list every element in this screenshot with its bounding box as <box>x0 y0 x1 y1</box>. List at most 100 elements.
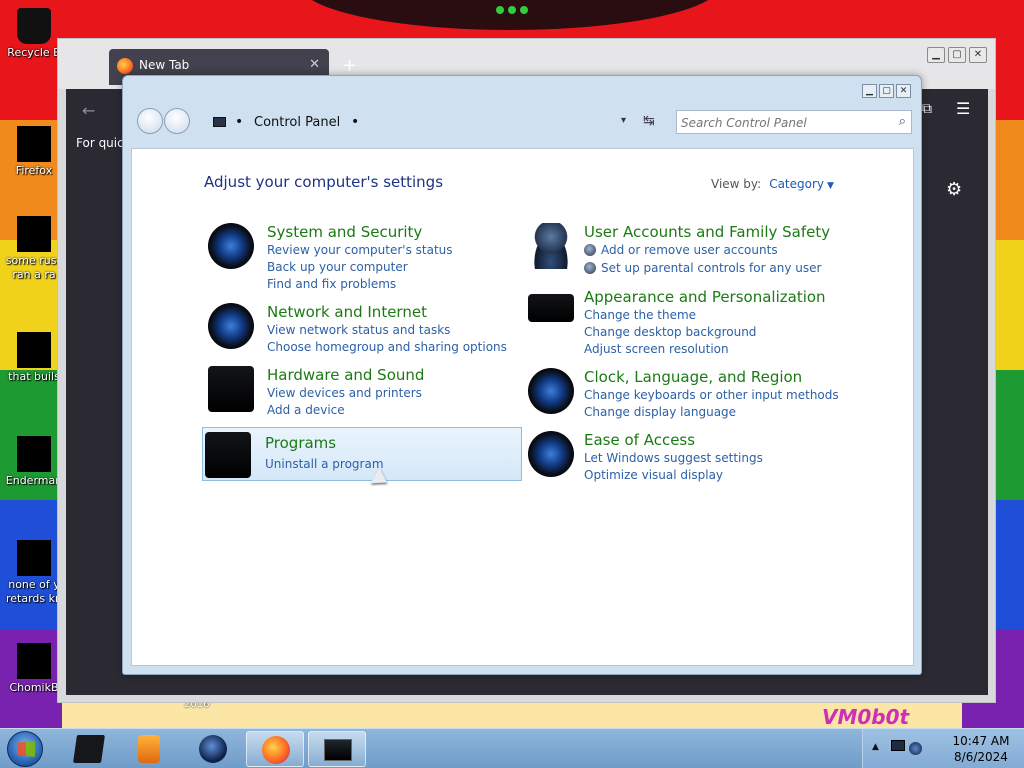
category-hardware-and-sound: Hardware and Sound View devices and prin… <box>204 366 524 418</box>
taskbar-terminal[interactable] <box>60 731 118 767</box>
category-link[interactable]: Change keyboards or other input methods <box>584 388 839 402</box>
category-title[interactable]: Programs <box>265 434 336 452</box>
network-icon[interactable] <box>909 742 922 755</box>
category-user-accounts: User Accounts and Family Safety Add or r… <box>524 223 844 279</box>
ease-of-access-icon[interactable] <box>528 431 574 477</box>
network-globe-icon[interactable] <box>208 303 254 349</box>
breadcrumb[interactable]: • Control Panel • <box>203 106 643 138</box>
control-panel-window[interactable]: ▁ ▢ ✕ • Control Panel • ▾ ↹ ⌕ Adjust you… <box>122 75 922 675</box>
maximize-button[interactable]: ▢ <box>879 84 894 98</box>
category-title[interactable]: System and Security <box>267 223 422 241</box>
wallpaper-dots <box>496 4 528 18</box>
category-link[interactable]: Add a device <box>267 403 345 417</box>
page-title: Adjust your computer's settings <box>204 173 444 191</box>
view-by: View by: Category ▼ <box>711 177 834 191</box>
taskbar-globe[interactable] <box>184 731 242 767</box>
category-link[interactable]: Optimize visual display <box>584 468 723 482</box>
category-clock-language-region: Clock, Language, and Region Change keybo… <box>524 368 844 420</box>
new-tab-button[interactable]: + <box>342 55 357 76</box>
category-link[interactable]: Choose homegroup and sharing options <box>267 340 507 354</box>
category-title[interactable]: Network and Internet <box>267 303 427 321</box>
category-link[interactable]: Set up parental controls for any user <box>584 261 821 275</box>
category-title[interactable]: Ease of Access <box>584 431 695 449</box>
programs-icon[interactable] <box>205 432 251 478</box>
computer-icon <box>213 117 226 127</box>
chevron-down-icon[interactable]: ▼ <box>827 181 834 191</box>
category-appearance: Appearance and Personalization Change th… <box>524 288 844 358</box>
system-security-icon[interactable] <box>208 223 254 269</box>
shield-icon <box>584 244 596 256</box>
forward-button[interactable] <box>164 108 190 134</box>
extensions-icon[interactable]: ⧉ <box>922 101 932 117</box>
user-accounts-icon[interactable] <box>528 223 574 269</box>
category-title[interactable]: Clock, Language, and Region <box>584 368 802 386</box>
view-by-dropdown[interactable]: Category <box>769 177 824 191</box>
category-link[interactable]: Back up your computer <box>267 260 408 274</box>
breadcrumb-control-panel[interactable]: Control Panel <box>254 115 340 130</box>
category-programs[interactable]: Programs Uninstall a program <box>202 427 522 481</box>
clock-globe-icon[interactable] <box>528 368 574 414</box>
search-icon[interactable]: ⌕ <box>899 114 906 129</box>
category-link[interactable]: View network status and tasks <box>267 323 450 337</box>
search-input[interactable] <box>681 114 881 131</box>
hardware-printer-icon[interactable] <box>208 366 254 412</box>
category-link[interactable]: Adjust screen resolution <box>584 342 729 356</box>
firefox-icon <box>17 126 51 162</box>
breadcrumb-separator[interactable]: • <box>351 114 359 130</box>
system-tray: ▲ 10:47 AM 8/6/2024 <box>862 729 1024 768</box>
windows-logo-icon <box>17 741 35 757</box>
category-ease-of-access: Ease of Access Let Windows suggest setti… <box>524 431 844 483</box>
category-link[interactable]: Change desktop background <box>584 325 756 339</box>
category-link-label: Add or remove user accounts <box>601 243 778 257</box>
hamburger-menu-icon[interactable]: ☰ <box>956 99 970 118</box>
clock-time[interactable]: 10:47 AM <box>949 734 1013 748</box>
back-button[interactable] <box>137 108 163 134</box>
taskbar-firefox[interactable] <box>246 731 304 767</box>
close-tab-icon[interactable]: ✕ <box>309 57 320 72</box>
terminal-icon <box>73 735 105 763</box>
shield-icon <box>584 262 596 274</box>
minimize-button[interactable]: ▁ <box>862 84 877 98</box>
clock-date[interactable]: 8/6/2024 <box>949 750 1013 764</box>
category-link[interactable]: View devices and printers <box>267 386 422 400</box>
control-panel-window-controls: ▁ ▢ ✕ <box>862 84 911 98</box>
display-icon[interactable] <box>891 740 905 751</box>
close-button[interactable]: ✕ <box>969 47 987 63</box>
category-link[interactable]: Add or remove user accounts <box>584 243 778 257</box>
back-arrow-icon[interactable]: ← <box>82 101 95 120</box>
category-link[interactable]: Change display language <box>584 405 736 419</box>
media-player-icon <box>138 735 160 763</box>
category-link[interactable]: Review your computer's status <box>267 243 453 257</box>
close-button[interactable]: ✕ <box>896 84 911 98</box>
wallpaper-watermark: VM0b0t <box>822 705 910 729</box>
category-link[interactable]: Find and fix problems <box>267 277 396 291</box>
start-button[interactable] <box>7 731 43 767</box>
category-title[interactable]: User Accounts and Family Safety <box>584 223 830 241</box>
category-title[interactable]: Hardware and Sound <box>267 366 424 384</box>
category-system-and-security: System and Security Review your computer… <box>204 223 524 293</box>
search-box[interactable]: ⌕ <box>676 110 912 134</box>
firefox-icon <box>262 736 290 764</box>
control-panel-content: Adjust your computer's settings View by:… <box>131 148 914 666</box>
monitor-icon[interactable] <box>528 294 574 322</box>
firefox-window-controls: ▁ ▢ ✕ <box>927 47 987 63</box>
category-title[interactable]: Appearance and Personalization <box>584 288 826 306</box>
category-link[interactable]: Change the theme <box>584 308 696 322</box>
refresh-icon[interactable]: ↹ <box>643 113 655 129</box>
globe-icon <box>199 735 227 763</box>
taskbar-media-player[interactable] <box>120 731 178 767</box>
address-dropdown-icon[interactable]: ▾ <box>621 115 626 126</box>
show-hidden-icons-button[interactable]: ▲ <box>872 742 879 752</box>
tab-title: New Tab <box>139 58 190 72</box>
address-bar-row: • Control Panel • ▾ ↹ ⌕ <box>133 106 913 138</box>
maximize-button[interactable]: ▢ <box>948 47 966 63</box>
taskbar-control-panel[interactable] <box>308 731 366 767</box>
category-link[interactable]: Uninstall a program <box>265 457 384 471</box>
minimize-button[interactable]: ▁ <box>927 47 945 63</box>
category-link-label: Set up parental controls for any user <box>601 261 822 275</box>
gear-icon[interactable]: ⚙ <box>946 179 962 200</box>
breadcrumb-separator: • <box>235 114 244 130</box>
firefox-icon <box>117 58 133 74</box>
category-link[interactable]: Let Windows suggest settings <box>584 451 763 465</box>
category-network-and-internet: Network and Internet View network status… <box>204 303 524 355</box>
